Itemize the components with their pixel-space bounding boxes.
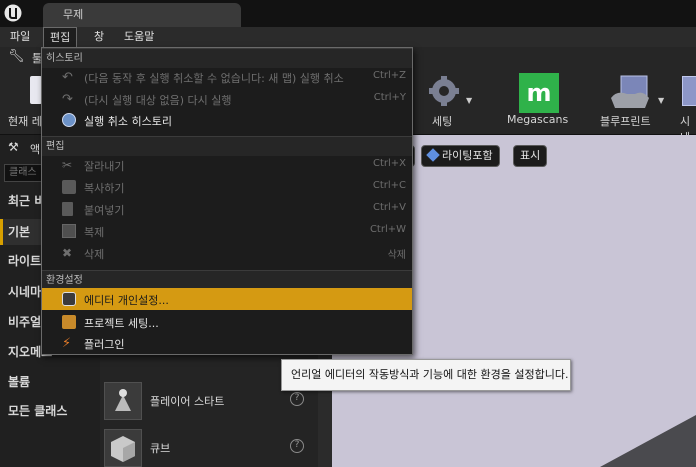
- cube-icon: [104, 429, 142, 467]
- section-history: 히스토리: [42, 48, 412, 68]
- menu-help[interactable]: 도움말: [118, 27, 160, 47]
- current-level-label: 현재 레: [8, 115, 42, 128]
- history-icon: [62, 113, 76, 127]
- blueprint-icon[interactable]: [609, 74, 653, 110]
- menu-undo-history[interactable]: 실행 취소 히스토리: [42, 109, 412, 131]
- place-item-cube[interactable]: 큐브 ?: [104, 427, 312, 467]
- menu-project-settings[interactable]: 프로젝트 세팅...: [42, 311, 412, 333]
- blueprint-label: 블루프린트: [600, 115, 651, 128]
- scissors-icon: ✂: [62, 158, 73, 172]
- help-icon[interactable]: ?: [290, 439, 304, 453]
- menu-delete[interactable]: ✖ 삭제 삭제: [42, 242, 412, 264]
- menu-paste[interactable]: 붙여넣기 Ctrl+V: [42, 198, 412, 220]
- player-start-icon: [104, 382, 142, 420]
- place-item-label: 큐브: [150, 442, 171, 455]
- place-actors-title: 액: [30, 143, 41, 156]
- menu-file[interactable]: 파일: [4, 27, 36, 47]
- blueprint-dropdown-icon[interactable]: ▼: [658, 96, 664, 105]
- lit-mode-label: 라이팅포함: [442, 149, 493, 162]
- menu-edit[interactable]: 편집: [43, 27, 78, 47]
- nav-all-classes[interactable]: 모든 클래스: [0, 398, 100, 424]
- edit-menu-dropdown: 히스토리 ↶ (다음 동작 후 실행 취소할 수 없습니다: 새 맵) 실행 취…: [41, 47, 413, 355]
- cinematics-icon[interactable]: [682, 76, 696, 106]
- settings-dropdown-icon[interactable]: ▼: [466, 96, 472, 105]
- paste-icon: [62, 202, 73, 216]
- show-button[interactable]: 표시: [513, 145, 548, 167]
- menu-window[interactable]: 창: [88, 27, 110, 47]
- help-icon[interactable]: ?: [290, 392, 304, 406]
- megascans-icon[interactable]: m: [519, 73, 559, 113]
- duplicate-icon: [62, 224, 76, 238]
- viewport-floor-shape: [600, 415, 696, 467]
- redo-icon: ↷: [62, 92, 73, 107]
- document-tab-title: 무제: [63, 8, 84, 21]
- copy-icon: [62, 180, 76, 194]
- settings-gear-icon[interactable]: [427, 74, 461, 108]
- megascans-label: Megascans: [507, 113, 569, 126]
- menu-cut[interactable]: ✂ 잘라내기 Ctrl+X: [42, 154, 412, 176]
- menu-redo[interactable]: ↷ (다시 실행 대상 없음) 다시 실행 Ctrl+Y: [42, 88, 412, 110]
- place-item-label: 플레이어 스타트: [150, 395, 225, 408]
- wrench-icon: 🔧︎: [8, 49, 25, 64]
- menu-undo[interactable]: ↶ (다음 동작 후 실행 취소할 수 없습니다: 새 맵) 실행 취소 Ctr…: [42, 66, 412, 88]
- menu-plugins[interactable]: ⚡︎ 플러그인: [42, 332, 412, 354]
- undo-icon: ↶: [62, 70, 73, 85]
- unreal-logo-icon: [4, 4, 22, 22]
- nav-volumes[interactable]: 볼륨: [0, 369, 100, 395]
- lit-mode-button[interactable]: 라이팅포함: [421, 145, 500, 167]
- plugin-icon: ⚡︎: [62, 336, 72, 351]
- menu-editor-preferences[interactable]: 에디터 개인설정...: [42, 288, 412, 310]
- section-edit: 편집: [42, 136, 412, 156]
- menu-copy[interactable]: 복사하기 Ctrl+C: [42, 176, 412, 198]
- menu-duplicate[interactable]: 복제 Ctrl+W: [42, 220, 412, 242]
- lit-cube-icon: [426, 148, 440, 162]
- settings-label: 세팅: [432, 115, 453, 128]
- place-actors-icon: ⚒: [8, 140, 19, 154]
- project-settings-icon: [62, 315, 76, 329]
- editor-preferences-icon: [62, 292, 76, 306]
- section-config: 환경설정: [42, 270, 412, 290]
- editor-preferences-tooltip: 언리얼 에디터의 작동방식과 기능에 대한 환경을 설정합니다.: [281, 359, 571, 391]
- delete-icon: ✖: [62, 246, 73, 260]
- search-classes-input[interactable]: 클래스: [4, 164, 44, 182]
